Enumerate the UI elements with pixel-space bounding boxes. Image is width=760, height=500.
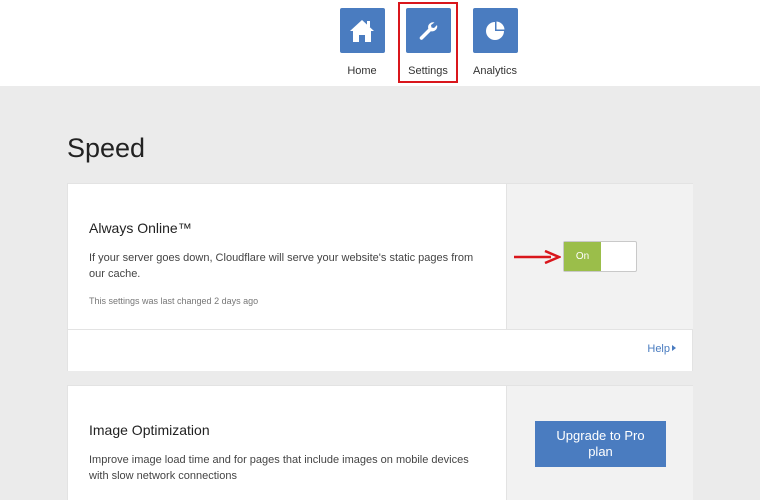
page-title: Speed xyxy=(67,133,146,163)
pie-chart-icon xyxy=(486,21,505,40)
home-icon xyxy=(350,19,374,42)
always-online-last-changed: This settings was last changed 2 days ag… xyxy=(89,296,259,306)
image-optimization-description: Improve image load time and for pages th… xyxy=(89,454,469,482)
always-online-title: Always Online™ xyxy=(89,220,192,236)
nav-label-home: Home xyxy=(347,65,377,77)
nav-item-analytics[interactable]: Analytics xyxy=(467,8,523,77)
help-label: Help xyxy=(647,343,670,355)
analytics-tile[interactable] xyxy=(472,8,518,53)
image-optimization-card: Image Optimization Improve image load ti… xyxy=(67,385,693,500)
home-tile[interactable] xyxy=(339,8,385,53)
toggle-on-label: On xyxy=(564,242,601,271)
always-online-toggle[interactable]: On xyxy=(563,241,637,272)
top-nav-bar: Home Settings Analytics xyxy=(0,0,760,86)
upgrade-to-pro-button[interactable]: Upgrade to Pro plan xyxy=(535,421,666,467)
annotation-arrow-icon xyxy=(514,250,561,264)
always-online-description: If your server goes down, Cloudflare wil… xyxy=(89,252,474,280)
image-optimization-title: Image Optimization xyxy=(89,422,210,438)
image-optimization-control-panel: Upgrade to Pro plan xyxy=(506,386,693,500)
nav-item-home[interactable]: Home xyxy=(334,8,390,77)
settings-highlight-box xyxy=(398,2,458,83)
always-online-card: Always Online™ If your server goes down,… xyxy=(67,183,693,371)
caret-right-icon xyxy=(672,345,676,351)
always-online-footer: Help xyxy=(68,329,692,371)
help-link[interactable]: Help xyxy=(647,343,676,355)
nav-label-analytics: Analytics xyxy=(472,65,518,77)
